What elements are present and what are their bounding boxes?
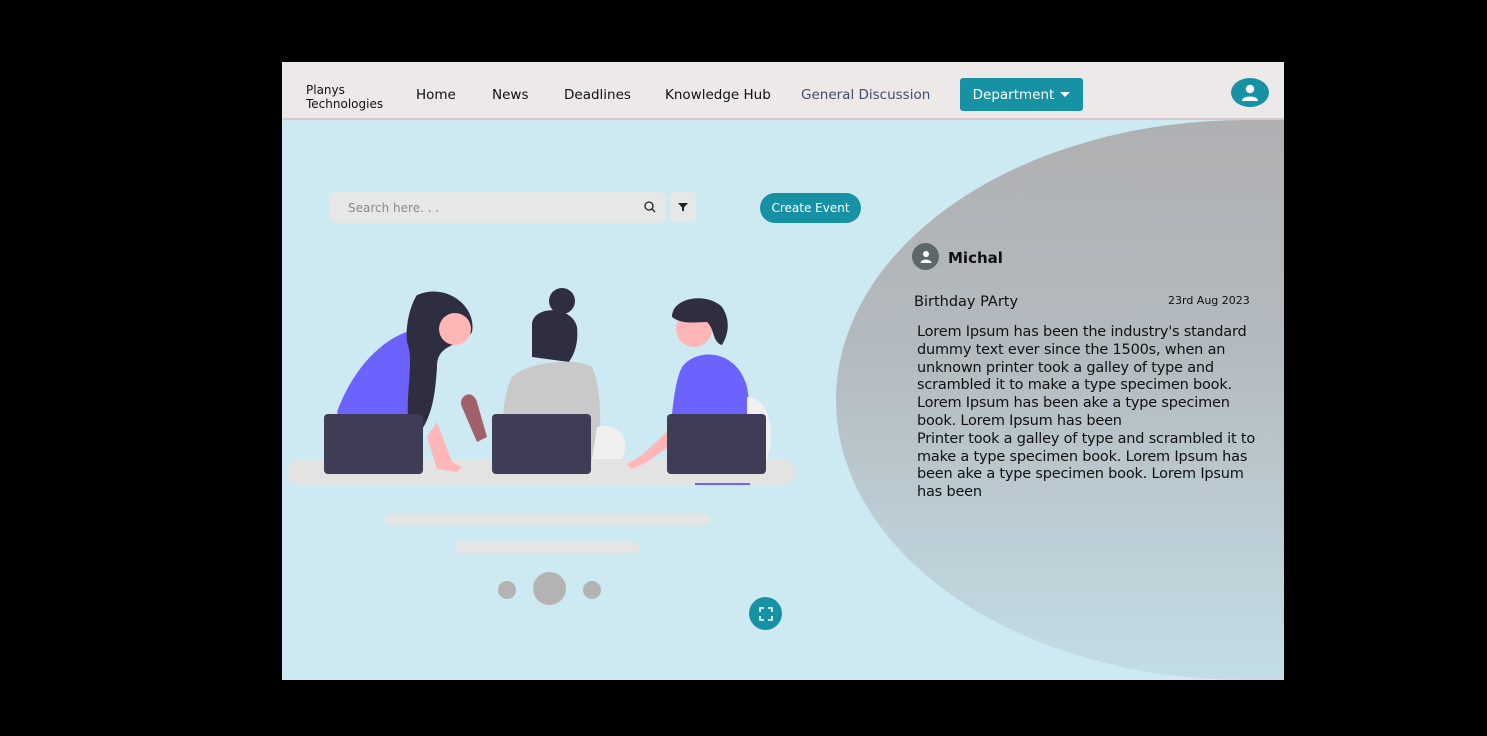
department-dropdown-button[interactable]: Department <box>960 78 1083 111</box>
nav-general-discussion[interactable]: General Discussion <box>801 87 930 103</box>
filter-icon <box>678 203 688 212</box>
search-icon[interactable] <box>644 201 656 213</box>
carousel-dot-active[interactable] <box>533 572 566 605</box>
brand-line-1: Planys <box>306 83 345 97</box>
placeholder-line <box>385 514 710 525</box>
user-circle-icon <box>1242 84 1258 101</box>
post-date: 23rd Aug 2023 <box>1168 294 1250 307</box>
carousel-dot[interactable] <box>498 581 516 599</box>
post-author: Michal <box>948 249 1003 267</box>
department-label: Department <box>972 86 1055 103</box>
nav-home[interactable]: Home <box>416 87 456 103</box>
search-input[interactable] <box>330 192 666 223</box>
brand-logo[interactable]: Planys Technologies <box>306 83 383 111</box>
post-title: Birthday PArty <box>914 294 1019 310</box>
user-icon <box>920 250 931 263</box>
avatar <box>912 243 939 270</box>
placeholder-line <box>455 542 640 553</box>
create-event-button[interactable]: Create Event <box>760 193 861 223</box>
team-illustration <box>287 288 795 485</box>
post-paragraph: Printer took a galley of type and scramb… <box>917 430 1256 501</box>
brand-line-2: Technologies <box>306 97 384 111</box>
nav-deadlines[interactable]: Deadlines <box>564 87 631 103</box>
caret-down-icon <box>1060 92 1071 97</box>
filter-button[interactable] <box>670 192 696 222</box>
nav-knowledge-hub[interactable]: Knowledge Hub <box>665 87 771 103</box>
expand-button[interactable] <box>749 597 782 630</box>
profile-button[interactable] <box>1231 78 1269 107</box>
expand-icon <box>758 606 773 621</box>
navbar: Planys Technologies Home News Deadlines … <box>282 62 1284 120</box>
app-window: Planys Technologies Home News Deadlines … <box>282 62 1284 680</box>
nav-news[interactable]: News <box>492 87 528 103</box>
carousel-dot[interactable] <box>583 581 601 599</box>
post-body: Lorem Ipsum has been the industry's stan… <box>917 324 1259 502</box>
post-paragraph: Lorem Ipsum has been the industry's stan… <box>917 324 1247 429</box>
